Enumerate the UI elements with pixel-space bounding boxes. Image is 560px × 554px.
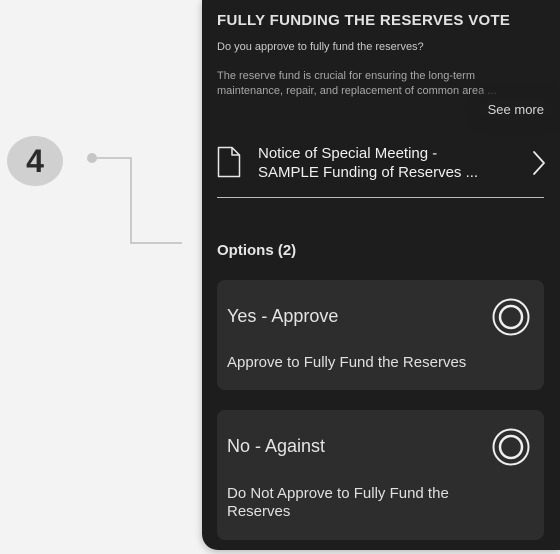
see-more-button[interactable]: See more bbox=[479, 98, 552, 120]
radio-button-icon[interactable] bbox=[492, 298, 530, 336]
option-card-yes[interactable]: Yes - Approve Approve to Fully Fund the … bbox=[217, 280, 544, 390]
options-heading: Options (2) bbox=[217, 242, 297, 259]
chevron-right-icon[interactable] bbox=[532, 150, 546, 176]
document-title-line-2: SAMPLE Funding of Reserves ... bbox=[258, 164, 479, 181]
radio-button-icon[interactable] bbox=[492, 428, 530, 466]
option-label: Yes - Approve bbox=[227, 306, 339, 326]
callout-connector bbox=[87, 153, 182, 244]
vote-title: FULLY FUNDING THE RESERVES VOTE bbox=[217, 12, 511, 29]
document-link[interactable]: Notice of Special Meeting - SAMPLE Fundi… bbox=[202, 136, 560, 192]
option-label: No - Against bbox=[227, 436, 326, 456]
option-card-no[interactable]: No - Against Do Not Approve to Fully Fun… bbox=[217, 410, 544, 540]
document-title-line-1: Notice of Special Meeting - bbox=[258, 145, 438, 162]
section-divider bbox=[217, 197, 544, 198]
document-title: Notice of Special Meeting - SAMPLE Fundi… bbox=[258, 144, 518, 182]
vote-panel: FULLY FUNDING THE RESERVES VOTE Do you a… bbox=[202, 0, 560, 550]
option-description: Approve to Fully Fund the Reserves bbox=[227, 354, 467, 371]
vote-description: The reserve fund is crucial for ensuring… bbox=[217, 70, 497, 97]
document-icon bbox=[217, 146, 241, 178]
vote-question: Do you approve to fully fund the reserve… bbox=[217, 41, 424, 53]
option-description: Do Not Approve to Fully Fund the Reserve… bbox=[227, 485, 449, 520]
